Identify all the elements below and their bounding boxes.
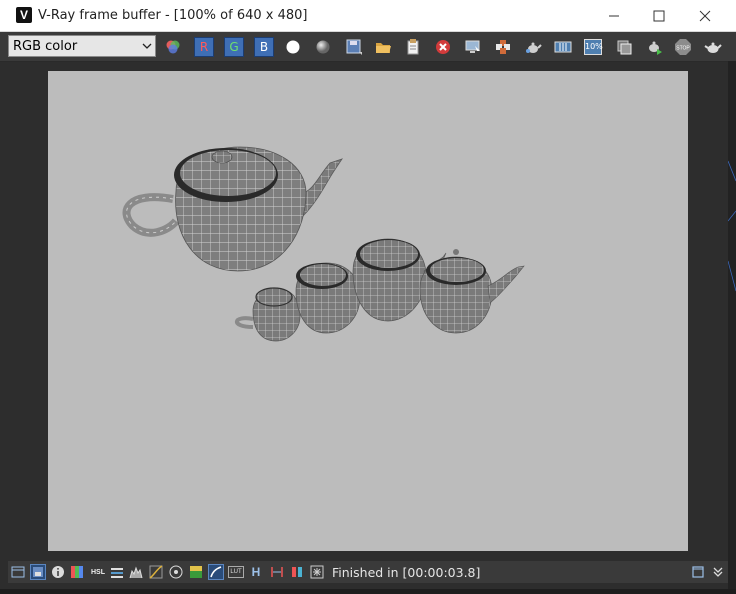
lens-effects-button[interactable] — [551, 35, 575, 59]
background-wireframe-lines — [727, 160, 736, 292]
curves-icon — [149, 565, 163, 579]
split-bars-icon — [292, 567, 302, 577]
small-teapot-1 — [234, 287, 301, 342]
compare-ab-button[interactable] — [269, 564, 285, 580]
duplicate-to-history-button[interactable] — [401, 35, 425, 59]
minimize-icon — [609, 15, 619, 16]
track-mouse-button[interactable] — [461, 35, 485, 59]
lens-curve-icon — [210, 566, 222, 578]
color-correction-button[interactable] — [161, 35, 185, 59]
clear-image-button[interactable] — [431, 35, 455, 59]
green-channel-button[interactable]: G — [222, 35, 246, 59]
compare-arrows-icon — [271, 567, 283, 577]
gradient-levels-icon — [71, 566, 83, 578]
background-app-strip — [727, 61, 736, 589]
red-x-icon — [436, 40, 450, 54]
render-viewport[interactable] — [48, 71, 688, 551]
pixel-info-button[interactable] — [309, 564, 325, 580]
status-bar: HSL LUT H Finished in [00:00:03.8] — [8, 561, 728, 583]
gray-sphere-icon — [316, 40, 330, 54]
compare-split-button[interactable] — [289, 564, 305, 580]
color-levels-button[interactable] — [69, 564, 85, 580]
exposure-button[interactable] — [168, 564, 184, 580]
lut-label: LUT — [230, 569, 242, 575]
maximize-icon — [653, 10, 665, 21]
interactive-render-button[interactable] — [642, 35, 666, 59]
region-render-button[interactable] — [491, 35, 515, 59]
color-circles-icon — [166, 40, 180, 54]
white-balance-button[interactable] — [109, 564, 125, 580]
stop-icon: STOP — [675, 39, 691, 55]
lut-button[interactable]: LUT — [228, 566, 244, 578]
region-grid-icon — [496, 40, 510, 54]
histogram-button[interactable] — [128, 564, 144, 580]
panel-icon — [33, 567, 43, 577]
vray-logo-icon: V — [16, 7, 32, 23]
small-teapot-4 — [419, 249, 525, 334]
teapot-render-icon — [704, 42, 722, 53]
expand-panel-button[interactable] — [710, 564, 726, 580]
film-strip-icon — [554, 41, 572, 53]
green-channel-label: G — [224, 37, 244, 57]
lens-button[interactable] — [208, 564, 224, 580]
blue-channel-button[interactable]: B — [252, 35, 276, 59]
blue-channel-label: B — [254, 37, 274, 57]
histogram-icon — [129, 566, 143, 579]
folder-icon — [376, 43, 391, 53]
stop-render-button[interactable]: STOP — [671, 35, 695, 59]
layers-icon — [617, 40, 632, 55]
monitor-icon — [465, 40, 480, 53]
teapot-icon — [526, 42, 542, 53]
h-label: H — [251, 565, 261, 579]
bars-icon — [111, 568, 123, 578]
stop-label: STOP — [676, 46, 690, 52]
zoom-badge: 10% — [584, 39, 603, 55]
info-button[interactable] — [50, 564, 66, 580]
window-title: V-Ray frame buffer - [100% of 640 x 480] — [38, 8, 308, 23]
double-chevron-down-icon — [713, 567, 723, 577]
rendered-teapots-image — [122, 146, 525, 342]
hsl-label: HSL — [91, 568, 105, 576]
window-icon — [692, 566, 704, 578]
title-bar[interactable]: V V-Ray frame buffer - [100% of 640 x 48… — [0, 0, 736, 32]
landscape-image-icon — [190, 566, 202, 578]
info-icon — [52, 566, 64, 578]
asterisk-box-icon — [310, 565, 324, 579]
load-image-button[interactable] — [371, 35, 395, 59]
h-button[interactable]: H — [248, 564, 264, 580]
white-circle-icon — [286, 40, 300, 54]
background-image-button[interactable] — [188, 564, 204, 580]
folder-panel-icon — [11, 566, 25, 578]
floppy-disk-icon — [346, 39, 362, 55]
toggle-sidebar-button[interactable] — [10, 564, 26, 580]
channel-select-value: RGB color — [13, 39, 78, 54]
save-image-button[interactable] — [342, 35, 366, 59]
channel-select[interactable]: RGB color — [8, 35, 156, 57]
vray-frame-buffer-window: V V-Ray frame buffer - [100% of 640 x 48… — [0, 0, 736, 589]
monochrome-button[interactable] — [311, 35, 335, 59]
toolbar: RGB color R G B 10% STOP — [0, 32, 736, 62]
maximize-button[interactable] — [636, 0, 682, 31]
red-channel-button[interactable]: R — [192, 35, 216, 59]
red-channel-label: R — [194, 37, 214, 57]
render-status-text: Finished in [00:00:03.8] — [332, 565, 481, 580]
large-teapot — [122, 146, 343, 272]
close-button[interactable] — [682, 0, 728, 31]
zoom-button[interactable]: 10% — [581, 35, 605, 59]
history-button[interactable] — [30, 564, 46, 580]
render-last-button[interactable] — [521, 35, 545, 59]
teapot-play-icon — [649, 41, 662, 55]
clipboard-icon — [407, 39, 419, 55]
small-teapot-2 — [295, 262, 361, 334]
hsl-button[interactable]: HSL — [89, 564, 107, 580]
curves-button[interactable] — [148, 564, 164, 580]
render-button[interactable] — [701, 35, 725, 59]
chevron-down-icon — [142, 43, 152, 49]
minimize-button[interactable] — [591, 0, 637, 31]
alpha-channel-button[interactable] — [281, 35, 305, 59]
aperture-icon — [169, 565, 183, 579]
show-corrections-button[interactable] — [612, 35, 636, 59]
close-icon — [699, 10, 711, 21]
fullscreen-button[interactable] — [690, 564, 706, 580]
